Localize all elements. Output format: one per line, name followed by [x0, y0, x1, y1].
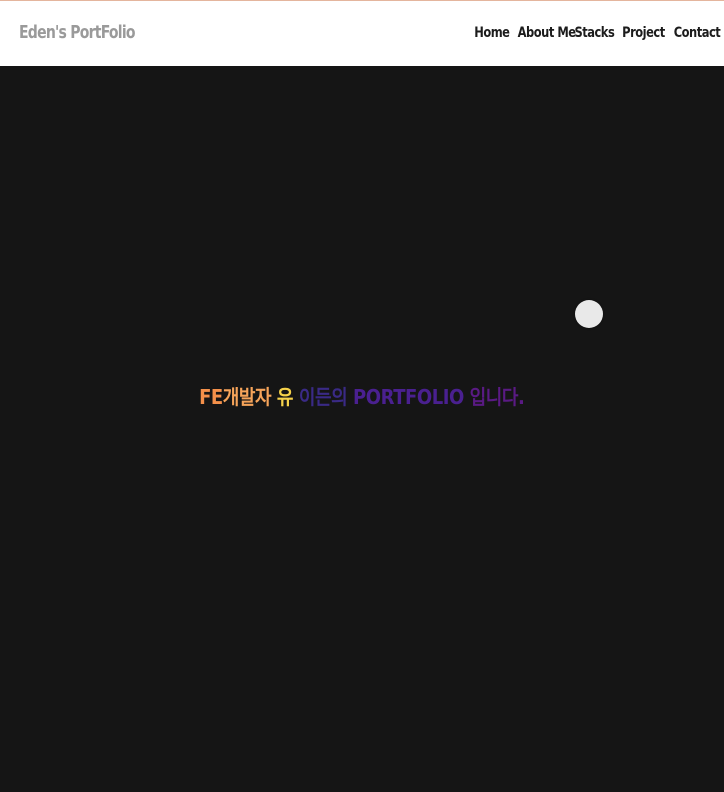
nav-about-me[interactable]: About Me	[518, 25, 576, 41]
hero-text: FE개발자 유 이든의 PORTFOLIO 입니다.	[199, 381, 525, 410]
portfolio-page: Eden's PortFolio Home About Me Stacks Pr…	[0, 0, 724, 792]
hero-ending: 입니다.	[469, 385, 525, 409]
nav-stacks[interactable]: Stacks	[574, 25, 614, 41]
main-nav: Home About Me Stacks Project Contact	[467, 25, 721, 41]
hero-name: 이든의	[299, 385, 348, 409]
nav-home[interactable]: Home	[474, 25, 510, 41]
site-header: Eden's PortFolio Home About Me Stacks Pr…	[0, 0, 724, 66]
hero-portfolio: PORTFOLIO	[353, 385, 465, 409]
nav-contact[interactable]: Contact	[674, 25, 721, 41]
cursor-follower-dot	[575, 300, 603, 328]
hero-headline: FE개발자 유 이든의 PORTFOLIO 입니다.	[0, 381, 724, 410]
hero-yu: 유	[277, 385, 294, 409]
hero-developer: 개발자	[223, 385, 272, 409]
nav-project[interactable]: Project	[622, 25, 665, 41]
hero-fe: FE	[199, 385, 224, 409]
site-brand[interactable]: Eden's PortFolio	[19, 22, 136, 43]
